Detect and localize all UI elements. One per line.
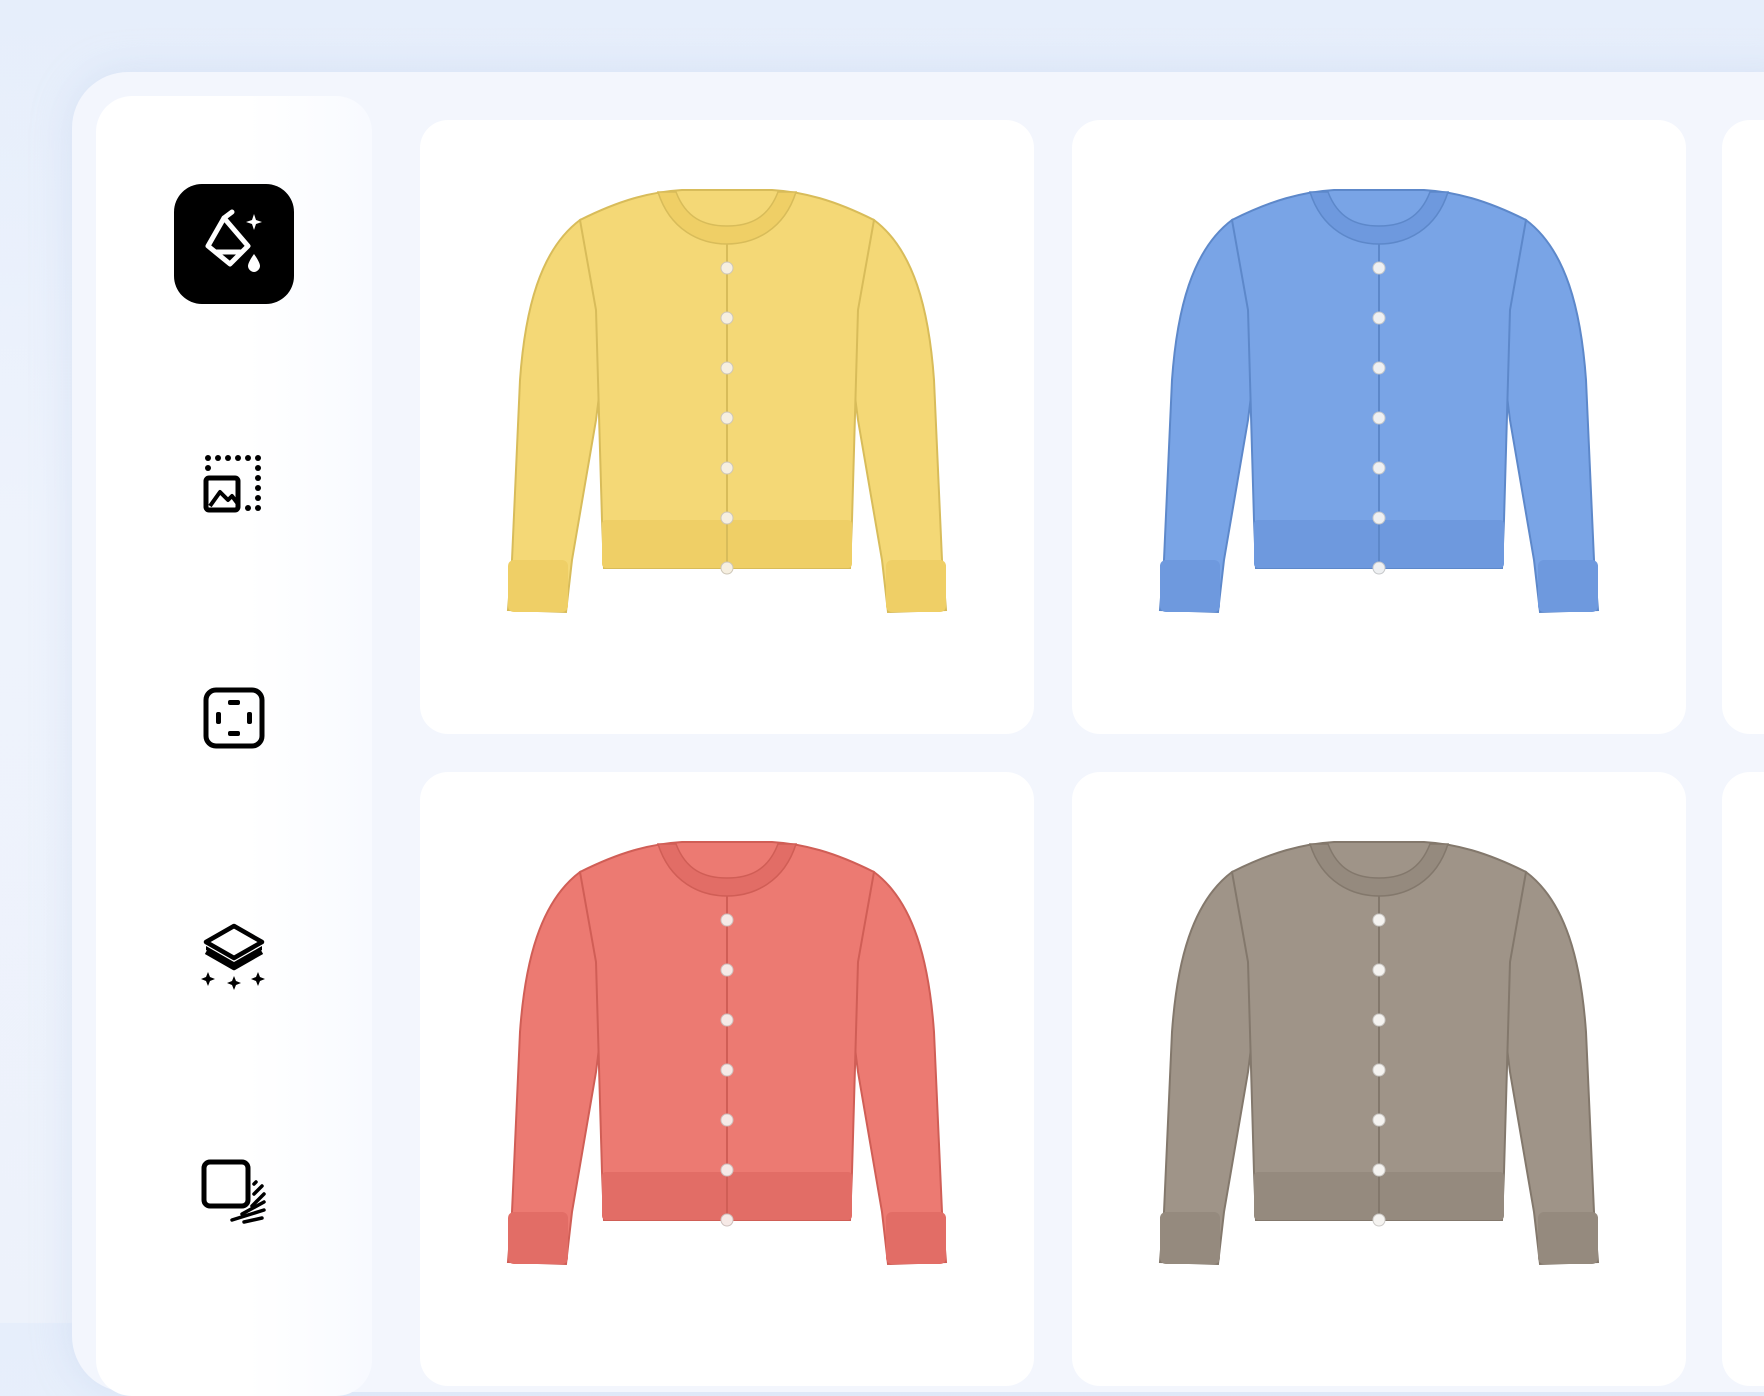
image-crop-frame-icon bbox=[203, 455, 261, 513]
sweater-button bbox=[720, 1163, 734, 1177]
sweater-image bbox=[1158, 189, 1600, 614]
sweater-button bbox=[1372, 561, 1386, 575]
sweater-right-cuff bbox=[1538, 560, 1598, 612]
sweater-button bbox=[720, 361, 734, 375]
sweater-button bbox=[720, 311, 734, 325]
sweater-button bbox=[720, 411, 734, 425]
tool-recolor[interactable] bbox=[174, 184, 294, 304]
sweater-button bbox=[1372, 1063, 1386, 1077]
sweater-button bbox=[720, 913, 734, 927]
sweater-button bbox=[720, 511, 734, 525]
sweater-button bbox=[1372, 963, 1386, 977]
sweater-button bbox=[1372, 361, 1386, 375]
sweater-button bbox=[720, 561, 734, 575]
sweater-button bbox=[1372, 913, 1386, 927]
sweater-button bbox=[1372, 1213, 1386, 1227]
tool-focus[interactable] bbox=[174, 658, 294, 778]
sweater-button bbox=[1372, 261, 1386, 275]
sweater-button bbox=[720, 461, 734, 475]
layers-sparkle-icon bbox=[201, 923, 265, 990]
product-card-coral[interactable] bbox=[420, 772, 1034, 1386]
sweater-right-cuff bbox=[1538, 1212, 1598, 1264]
paint-bucket-sparkle-icon bbox=[205, 209, 262, 272]
sweater-button bbox=[1372, 311, 1386, 325]
product-card-blue[interactable] bbox=[1072, 120, 1686, 734]
focus-frame-icon bbox=[203, 687, 265, 749]
sweater-image bbox=[1158, 841, 1600, 1266]
sweater-button bbox=[1372, 1113, 1386, 1127]
product-card-yellow[interactable] bbox=[420, 120, 1034, 734]
product-card-taupe[interactable] bbox=[1072, 772, 1686, 1386]
sweater-left-cuff bbox=[508, 560, 568, 612]
tool-expand-image[interactable] bbox=[174, 424, 294, 544]
product-card-partial[interactable] bbox=[1722, 120, 1764, 734]
sweater-button bbox=[720, 1063, 734, 1077]
sweater-button bbox=[720, 261, 734, 275]
sweater-image bbox=[506, 189, 948, 614]
sweater-button bbox=[1372, 511, 1386, 525]
tool-layers[interactable] bbox=[174, 896, 294, 1016]
square-shadow-icon bbox=[201, 1159, 266, 1224]
sweater-button bbox=[720, 963, 734, 977]
sweater-button bbox=[720, 1113, 734, 1127]
sweater-left-cuff bbox=[1160, 560, 1220, 612]
sweater-left-cuff bbox=[508, 1212, 568, 1264]
sweater-button bbox=[1372, 1163, 1386, 1177]
sweater-left-cuff bbox=[1160, 1212, 1220, 1264]
product-card-partial[interactable] bbox=[1722, 772, 1764, 1386]
sweater-button bbox=[720, 1013, 734, 1027]
tool-drop-shadow[interactable] bbox=[174, 1132, 294, 1252]
sweater-right-cuff bbox=[886, 560, 946, 612]
sweater-image bbox=[506, 841, 948, 1266]
sweater-button bbox=[1372, 461, 1386, 475]
sweater-button bbox=[720, 1213, 734, 1227]
sweater-right-cuff bbox=[886, 1212, 946, 1264]
sweater-button bbox=[1372, 1013, 1386, 1027]
sweater-button bbox=[1372, 411, 1386, 425]
